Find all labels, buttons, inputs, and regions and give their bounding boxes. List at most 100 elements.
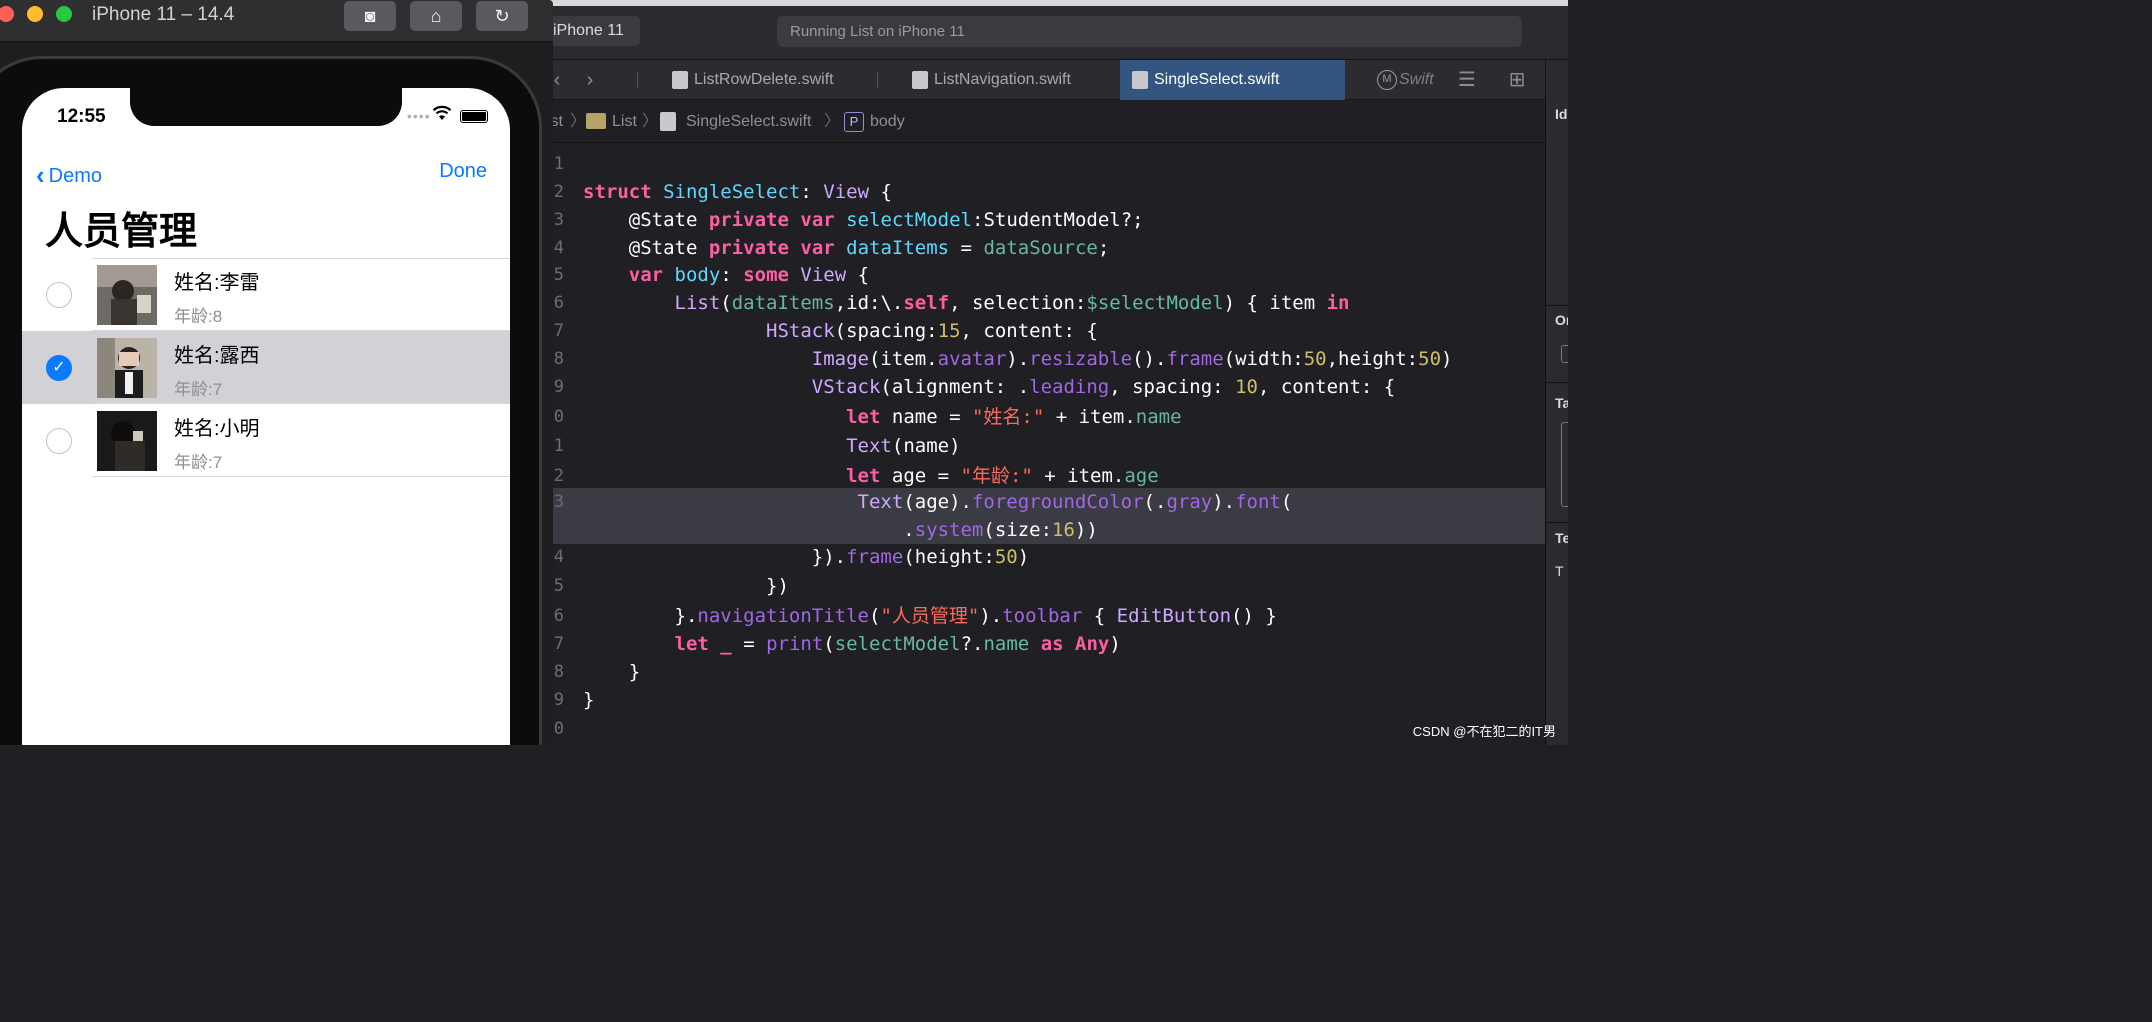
code-line: 29}	[536, 686, 1545, 714]
swift-file-icon	[912, 71, 928, 89]
code-line: 14 @State private var dataItems = dataSo…	[536, 234, 1545, 262]
screenshot-button[interactable]: ◙	[344, 1, 396, 31]
avatar	[97, 265, 157, 325]
close-button[interactable]	[0, 6, 14, 22]
jumpbar-file[interactable]: SingleSelect.swift	[686, 101, 811, 143]
editor-tab-bar: ⊞ ‹ › ListRowDelete.swift ListNavigation…	[500, 60, 1545, 100]
code-line: 25 })	[536, 572, 1545, 600]
jump-bar: List 〉 List 〉 SingleSelect.swift 〉 P bod…	[536, 101, 1545, 143]
activity-viewer: Running List on iPhone 11	[777, 16, 1522, 47]
tab-separator	[637, 72, 638, 88]
student-name: 姓名:李雷	[174, 272, 260, 294]
simulator-window: iPhone 11 – 14.4 ◙ ⌂ ↻ 12:55 •••• ‹ Demo …	[0, 0, 553, 745]
inspector-field[interactable]	[1561, 422, 1568, 507]
chevron-left-icon: ‹	[36, 160, 45, 190]
inspector-divider	[1546, 305, 1568, 306]
status-time: 12:55	[57, 106, 106, 127]
page-title: 人员管理	[45, 211, 198, 253]
code-line: 20 let name = "姓名:" + item.name	[536, 403, 1545, 431]
rotate-icon: ↻	[494, 6, 510, 26]
selection-radio[interactable]	[46, 428, 72, 454]
simulator-title: iPhone 11 – 14.4	[92, 4, 235, 25]
code-line: 19 VStack(alignment: .leading, spacing: …	[536, 373, 1545, 401]
jumpbar-chevron-icon: 〉	[642, 113, 659, 130]
editor-options-icon[interactable]: ☰	[1455, 68, 1479, 92]
jumpbar-group[interactable]: List	[612, 101, 637, 143]
code-line-current: 23 Text(age).foregroundColor(.gray).font…	[536, 488, 1545, 544]
tab-listnavigation[interactable]: ListNavigation.swift	[900, 60, 1118, 100]
m-badge-icon: M	[1377, 70, 1397, 90]
code-line: 28 }	[536, 658, 1545, 686]
code-line: 12 struct SingleSelect: View {	[536, 178, 1545, 206]
watermark: CSDN @不在犯二的IT男	[1412, 724, 1556, 739]
inspector-panel: Id Or Ta Te T	[1545, 60, 1568, 745]
avatar	[97, 338, 157, 398]
student-name: 姓名:露西	[174, 345, 260, 367]
student-age: 年龄:7	[174, 380, 223, 399]
avatar	[97, 411, 157, 471]
battery-icon	[460, 110, 488, 123]
inspector-field[interactable]	[1561, 345, 1568, 363]
inspector-label: Ta	[1555, 395, 1568, 411]
swift-file-icon	[1132, 71, 1148, 89]
code-editor[interactable]: 11 12 struct SingleSelect: View { 13 @Sta…	[536, 144, 1545, 745]
jumpbar-chevron-icon: 〉	[570, 113, 587, 130]
iphone-screen: 12:55 •••• ‹ Demo Done 人员管理 姓名:李雷 年龄:8 ✓…	[22, 88, 510, 745]
code-line: 24 }).frame(height:50)	[536, 543, 1545, 571]
tab-swift[interactable]: M Swift	[1365, 60, 1445, 100]
tab-singleselect[interactable]: SingleSelect.swift	[1120, 60, 1345, 100]
tab-separator	[877, 72, 878, 88]
run-destination[interactable]: iPhone 11	[545, 16, 640, 46]
tab-label: ListRowDelete.swift	[694, 71, 834, 88]
toolbar-top-stripe	[540, 0, 1568, 6]
notch	[130, 88, 402, 126]
jumpbar-chevron-icon: 〉	[824, 113, 841, 130]
code-line: 15 var body: some View {	[536, 261, 1545, 289]
list-item[interactable]: 姓名:李雷 年龄:8	[22, 258, 510, 331]
inspector-label: T	[1555, 563, 1564, 579]
simulator-titlebar: iPhone 11 – 14.4 ◙ ⌂ ↻	[0, 0, 553, 42]
list-item[interactable]: 姓名:小明 年龄:7	[22, 404, 510, 477]
inspector-divider	[1546, 382, 1568, 383]
selection-radio[interactable]	[46, 282, 72, 308]
checkmark-icon[interactable]: ✓	[46, 355, 72, 381]
jumpbar-symbol[interactable]: body	[870, 101, 905, 143]
code-line: 16 List(dataItems,id:\.self, selection:$…	[536, 289, 1545, 317]
home-button[interactable]: ⌂	[410, 1, 462, 31]
code-line: 26 }.navigationTitle("人员管理").toolbar { E…	[536, 602, 1545, 630]
signal-icon: ••••	[407, 108, 431, 124]
tab-label: ListNavigation.swift	[934, 71, 1071, 88]
add-editor-icon[interactable]: ⊞	[1505, 68, 1529, 92]
back-button[interactable]: ‹ Demo	[36, 158, 103, 190]
swift-file-icon	[672, 71, 688, 89]
code-line: 21 Text(name)	[536, 432, 1545, 460]
camera-icon: ◙	[364, 6, 376, 26]
code-line: 11	[536, 150, 1545, 178]
code-line: 30	[536, 715, 1545, 743]
code-line: 18 Image(item.avatar).resizable().frame(…	[536, 345, 1545, 373]
inspector-label: Te	[1555, 530, 1568, 546]
code-line: 13 @State private var selectModel:Studen…	[536, 206, 1545, 234]
property-icon: P	[844, 112, 864, 132]
student-age: 年龄:7	[174, 453, 223, 472]
folder-icon	[586, 113, 606, 129]
forward-icon[interactable]: ›	[578, 68, 602, 92]
swift-file-icon	[660, 112, 676, 131]
inspector-divider	[1546, 522, 1568, 523]
back-label: Demo	[48, 165, 103, 187]
minimize-button[interactable]	[27, 6, 43, 22]
inspector-label: Or	[1555, 312, 1568, 328]
zoom-button[interactable]	[56, 6, 72, 22]
student-name: 姓名:小明	[174, 418, 260, 440]
wifi-icon	[432, 105, 452, 126]
tab-listrowdelete[interactable]: ListRowDelete.swift	[660, 60, 875, 100]
rotate-button[interactable]: ↻	[476, 1, 528, 31]
tab-label: Swift	[1399, 71, 1434, 88]
student-age: 年龄:8	[174, 307, 223, 326]
desktop: iPhone 11 Running List on iPhone 11 ⊞ ‹ …	[0, 0, 1568, 745]
code-line: 27 let _ = print(selectModel?.name as An…	[536, 630, 1545, 658]
done-button[interactable]: Done	[439, 160, 487, 183]
list-item[interactable]: ✓ 姓名:露西 年龄:7	[22, 331, 510, 404]
home-icon: ⌂	[430, 6, 442, 26]
code-line: 17 HStack(spacing:15, content: {	[536, 317, 1545, 345]
